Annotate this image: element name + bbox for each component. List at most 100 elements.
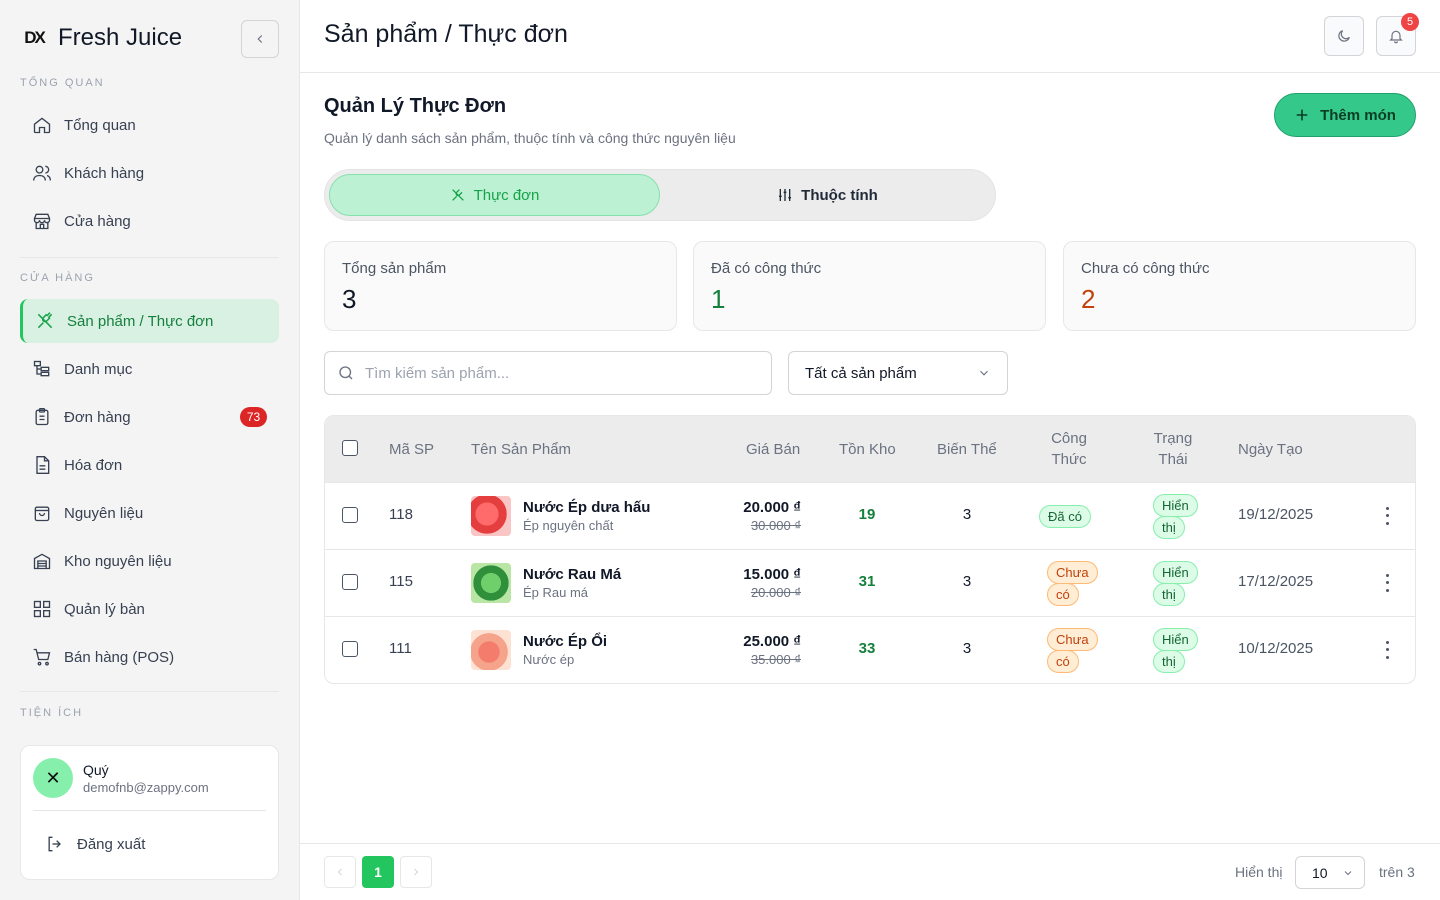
product-variants: 3 [962,506,972,523]
recipe-status-badge-line1: Chưa [1047,561,1098,584]
row-actions-menu[interactable] [1381,639,1393,661]
table-row[interactable]: 115 Nước Rau Má Ép Rau má 15.000 ₫ 20.00… [325,550,1415,617]
sidebar-item-label: Danh mục [64,360,133,378]
product-thumbnail-watermelon [471,496,511,536]
store-icon [33,213,51,230]
page-size-value: 10 [1312,864,1328,881]
sidebar-item-overview[interactable]: Tổng quan [20,103,279,147]
product-price: 15.000 ₫ [743,566,801,583]
visibility-badge-line1: Hiển [1153,628,1198,651]
created-date: 19/12/2025 [1238,506,1314,523]
sidebar-divider [20,691,279,692]
col-header-status-line1: Trạng [1153,430,1193,447]
sidebar-item-stores[interactable]: Cửa hàng [20,199,279,243]
page-size-label: Hiển thị [1235,864,1283,880]
home-icon [33,117,51,134]
table-row[interactable]: 118 Nước Ép dưa hấu Ép nguyên chất 20.00… [325,483,1415,550]
visibility-badge-line2: thị [1153,583,1185,606]
tab-attributes[interactable]: Thuộc tính [662,174,993,216]
product-code: 118 [389,506,413,523]
avatar[interactable]: ✕ [33,758,73,798]
col-header-status-line2: Thái [1158,451,1188,468]
notification-badge: 5 [1401,13,1419,31]
sliders-icon [779,189,792,201]
main-subtitle: Quản lý danh sách sản phẩm, thuộc tính v… [324,130,736,146]
utensils-icon [451,189,464,201]
col-header-recipe[interactable]: Công Thức [1037,428,1101,470]
page-size-select[interactable]: 10 [1295,856,1365,889]
category-tree-icon [33,360,50,377]
stat-label: Đã có công thức [711,260,822,277]
add-item-button[interactable]: Thêm món [1274,93,1416,137]
notifications-button[interactable]: 5 [1376,13,1419,56]
visibility-badge-line2: thị [1153,650,1185,673]
prev-page-button[interactable] [324,856,356,888]
row-checkbox[interactable] [342,574,358,590]
sidebar-item-pos[interactable]: Bán hàng (POS) [20,635,279,679]
table-row[interactable]: 111 Nước Ép Ổi Nước ép 25.000 ₫ 35.000 ₫… [325,617,1415,683]
brand[interactable]: DX Fresh Juice [20,24,182,52]
user-email: demofnb@zappy.com [83,780,209,795]
stat-value: 3 [342,284,357,314]
recipe-status-badge-line2: có [1047,583,1079,606]
sidebar-item-warehouse[interactable]: Kho nguyên liệu [20,539,279,583]
created-date: 17/12/2025 [1238,573,1314,590]
product-thumbnail-pennywort [471,563,511,603]
page-button-current[interactable]: 1 [362,856,394,888]
row-checkbox[interactable] [342,507,358,523]
sidebar-item-tables[interactable]: Quản lý bàn [20,587,279,631]
sidebar-item-label: Bán hàng (POS) [64,648,175,666]
sidebar-item-products[interactable]: Sản phẩm / Thực đơn [20,299,279,343]
section-label-overview: TỔNG QUAN [20,77,105,89]
chevron-right-icon [414,868,419,876]
row-actions-menu[interactable] [1381,572,1393,594]
sidebar-item-orders[interactable]: Đơn hàng 73 [20,395,279,439]
search-box [324,351,772,395]
stat-card-with-recipe: Đã có công thức 1 [693,241,1046,331]
product-code: 111 [389,640,412,657]
next-page-button[interactable] [400,856,432,888]
col-header-stock[interactable]: Tồn Kho [839,439,896,460]
tab-menu[interactable]: Thực đơn [329,174,660,216]
col-header-code[interactable]: Mã SP [389,439,434,460]
bag-icon [34,506,50,522]
brand-name: Fresh Juice [58,24,183,51]
product-price: 20.000 ₫ [743,499,801,516]
recipe-status-badge: Đã có [1039,505,1091,528]
product-stock: 31 [858,573,876,590]
tab-label: Thực đơn [473,186,540,204]
sidebar: DX Fresh Juice TỔNG QUAN Tổng quan Khách… [0,0,300,900]
theme-toggle-button[interactable] [1324,16,1364,56]
product-name: Nước Ép Ổi [523,633,608,650]
sidebar-item-categories[interactable]: Danh mục [20,347,279,391]
sidebar-item-label: Tổng quan [64,116,136,134]
row-actions-menu[interactable] [1381,505,1393,527]
sidebar-item-ingredients[interactable]: Nguyên liệu [20,491,279,535]
add-item-label: Thêm món [1320,106,1396,124]
col-header-price[interactable]: Giá Bán [746,439,800,460]
col-header-variants[interactable]: Biến Thể [937,439,997,460]
recipe-status-badge-line1: Chưa [1047,628,1098,651]
col-header-status[interactable]: Trạng Thái [1141,428,1205,470]
sidebar-item-label: Đơn hàng [64,408,131,426]
row-checkbox[interactable] [342,641,358,657]
col-header-created[interactable]: Ngày Tạo [1238,439,1303,460]
col-header-name[interactable]: Tên Sản Phẩm [471,439,571,460]
sidebar-item-customers[interactable]: Khách hàng [20,151,279,195]
table-header: Mã SP Tên Sản Phẩm Giá Bán Tồn Kho Biến … [325,416,1415,483]
warehouse-icon [33,553,51,570]
logout-button[interactable]: Đăng xuất [45,834,145,854]
bell-icon [1389,30,1403,44]
stat-card-total: Tổng sản phẩm 3 [324,241,677,331]
sidebar-item-invoices[interactable]: Hóa đơn [20,443,279,487]
product-description: Ép nguyên chất [523,518,614,533]
search-input[interactable] [365,364,745,382]
sidebar-item-label: Hóa đơn [64,456,123,474]
filter-value: Tất cả sản phẩm [805,364,917,382]
search-icon [339,366,353,380]
select-all-checkbox[interactable] [342,440,358,456]
collapse-sidebar-button[interactable] [241,20,279,58]
col-header-recipe-line2: Thức [1051,451,1087,468]
product-filter-select[interactable]: Tất cả sản phẩm [788,351,1008,395]
plus-icon [1296,109,1308,121]
